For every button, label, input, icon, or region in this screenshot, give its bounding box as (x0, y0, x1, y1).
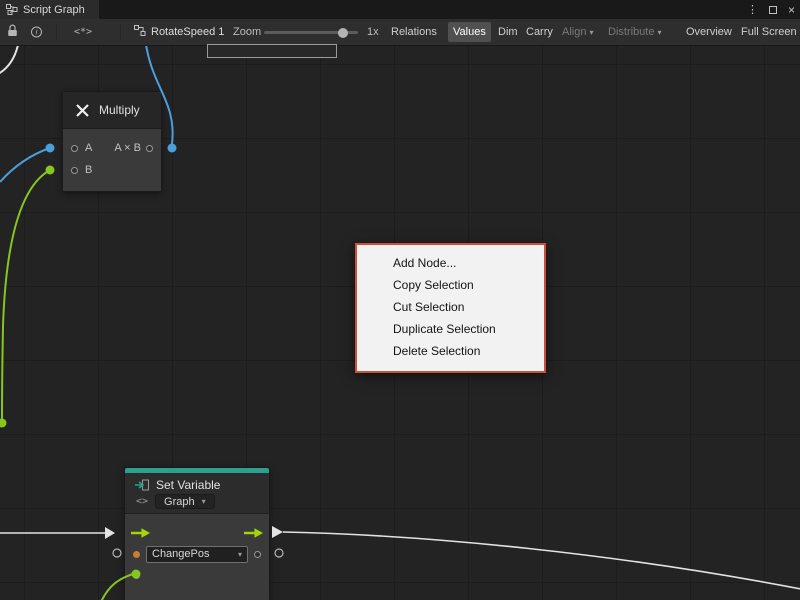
value-input-port[interactable] (133, 572, 140, 579)
maximize-icon[interactable] (769, 6, 777, 14)
script-graph-window: Script Graph ⋮ × i <*> Rotat (0, 0, 800, 600)
graph-toolbar: i <*> RotateSpeed 1 Zoom 1x Relations Va… (0, 19, 800, 46)
chevron-down-icon: ▾ (238, 550, 242, 559)
chevron-down-icon: ▾ (202, 497, 206, 506)
fullscreen-button[interactable]: Full Screen (736, 22, 800, 42)
set-variable-node[interactable]: Set Variable <> Graph ▾ (124, 467, 270, 600)
chevron-down-icon: ▾ (657, 28, 661, 37)
variable-input-port[interactable] (133, 551, 140, 558)
chevron-down-icon: ▾ (589, 28, 593, 37)
flow-output-arrow-icon[interactable] (244, 527, 263, 539)
values-button[interactable]: Values (448, 22, 491, 42)
port-b-label: B (85, 164, 92, 176)
wire-endpoint-blue-out (168, 144, 177, 153)
graph-icon (6, 4, 18, 15)
distribute-button[interactable]: Distribute▾ (603, 22, 666, 42)
wire-endpoint-green-edge (0, 419, 7, 428)
scope-dropdown-value: Graph (164, 496, 195, 508)
wire-flow-right (283, 532, 800, 590)
window-controls: ⋮ × (747, 0, 795, 19)
zoom-value: 1x (367, 26, 379, 38)
set-variable-title: Set Variable (156, 478, 220, 492)
graph-asset-icon (134, 25, 146, 40)
menu-item-cut-selection[interactable]: Cut Selection (357, 296, 544, 318)
graph-breadcrumb[interactable]: RotateSpeed 1 (151, 26, 224, 38)
set-variable-header: Set Variable <> Graph ▾ (125, 473, 269, 514)
window-menu-icon[interactable]: ⋮ (747, 3, 758, 16)
menu-item-copy-selection[interactable]: Copy Selection (357, 274, 544, 296)
floating-field[interactable] (207, 44, 337, 58)
port-out-label: A × B (114, 142, 141, 154)
wire-flow-topleft (0, 46, 19, 76)
multiply-icon (75, 103, 90, 118)
toolbar-separator (56, 24, 57, 40)
menu-item-delete-selection[interactable]: Delete Selection (357, 340, 544, 362)
graph-scope-icon: <> (136, 496, 148, 507)
menu-item-add-node[interactable]: Add Node... (357, 252, 544, 274)
close-icon[interactable]: × (788, 3, 795, 17)
graph-canvas[interactable]: Multiply A A × B B (0, 46, 800, 600)
value-row (125, 565, 269, 585)
variable-row: ChangePos ▾ (125, 543, 269, 565)
variable-output-port[interactable] (254, 551, 261, 558)
lock-icon[interactable] (7, 24, 18, 40)
output-port-result[interactable] (146, 145, 153, 152)
tab-script-graph[interactable]: Script Graph (0, 0, 99, 19)
zoom-label: Zoom (233, 26, 261, 38)
variable-dropdown[interactable]: ChangePos ▾ (146, 546, 248, 563)
align-button-label: Align (562, 26, 586, 38)
context-menu: Add Node... Copy Selection Cut Selection… (355, 243, 546, 373)
wire-green-left (2, 170, 50, 422)
carry-button[interactable]: Carry (521, 22, 558, 42)
input-port-b[interactable] (71, 167, 78, 174)
variable-dropdown-value: ChangePos (152, 548, 210, 560)
flow-row (125, 523, 269, 543)
titlebar: Script Graph ⋮ × (0, 0, 800, 19)
multiply-node[interactable]: Multiply A A × B B (62, 91, 162, 192)
tab-title: Script Graph (23, 4, 85, 16)
external-port-left (113, 549, 121, 557)
zoom-slider-knob[interactable] (338, 28, 348, 38)
flow-connection-arrow-right (272, 526, 283, 538)
toolbar-separator (120, 24, 121, 40)
port-row-b: B (71, 159, 153, 181)
wire-blue-input-a (0, 148, 50, 182)
flow-connection-arrow-left (105, 527, 115, 539)
wire-endpoint-blue-a (46, 144, 55, 153)
multiply-node-title: Multiply (99, 103, 140, 117)
set-variable-body: ChangePos ▾ (125, 514, 269, 585)
input-port-a[interactable] (71, 145, 78, 152)
multiply-node-header: Multiply (63, 92, 161, 129)
overview-button[interactable]: Overview (681, 22, 737, 42)
external-port-right (275, 549, 283, 557)
dim-button[interactable]: Dim (493, 22, 523, 42)
scope-dropdown[interactable]: Graph ▾ (155, 494, 215, 509)
wire-endpoint-green-b (46, 166, 55, 175)
code-view-icon[interactable]: <*> (74, 27, 92, 38)
flow-input-arrow-icon[interactable] (131, 527, 150, 539)
info-icon[interactable]: i (31, 27, 42, 38)
distribute-button-label: Distribute (608, 26, 654, 38)
port-a-label: A (85, 142, 92, 154)
menu-item-duplicate-selection[interactable]: Duplicate Selection (357, 318, 544, 340)
align-button[interactable]: Align▾ (557, 22, 598, 42)
port-row-a: A A × B (71, 137, 153, 159)
set-variable-icon (135, 479, 149, 491)
multiply-node-body: A A × B B (63, 129, 161, 191)
relations-button[interactable]: Relations (386, 22, 442, 42)
